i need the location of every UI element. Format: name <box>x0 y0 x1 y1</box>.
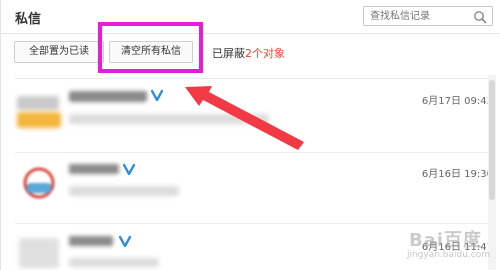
watermark-url: jingyan.baidu.com <box>406 250 490 260</box>
watermark-logo: Bai百度 <box>408 230 482 251</box>
messages-panel: 私信 全部置为已读 清空所有私信 已屏蔽2个对象 6月17日 09:43 <box>0 0 500 270</box>
